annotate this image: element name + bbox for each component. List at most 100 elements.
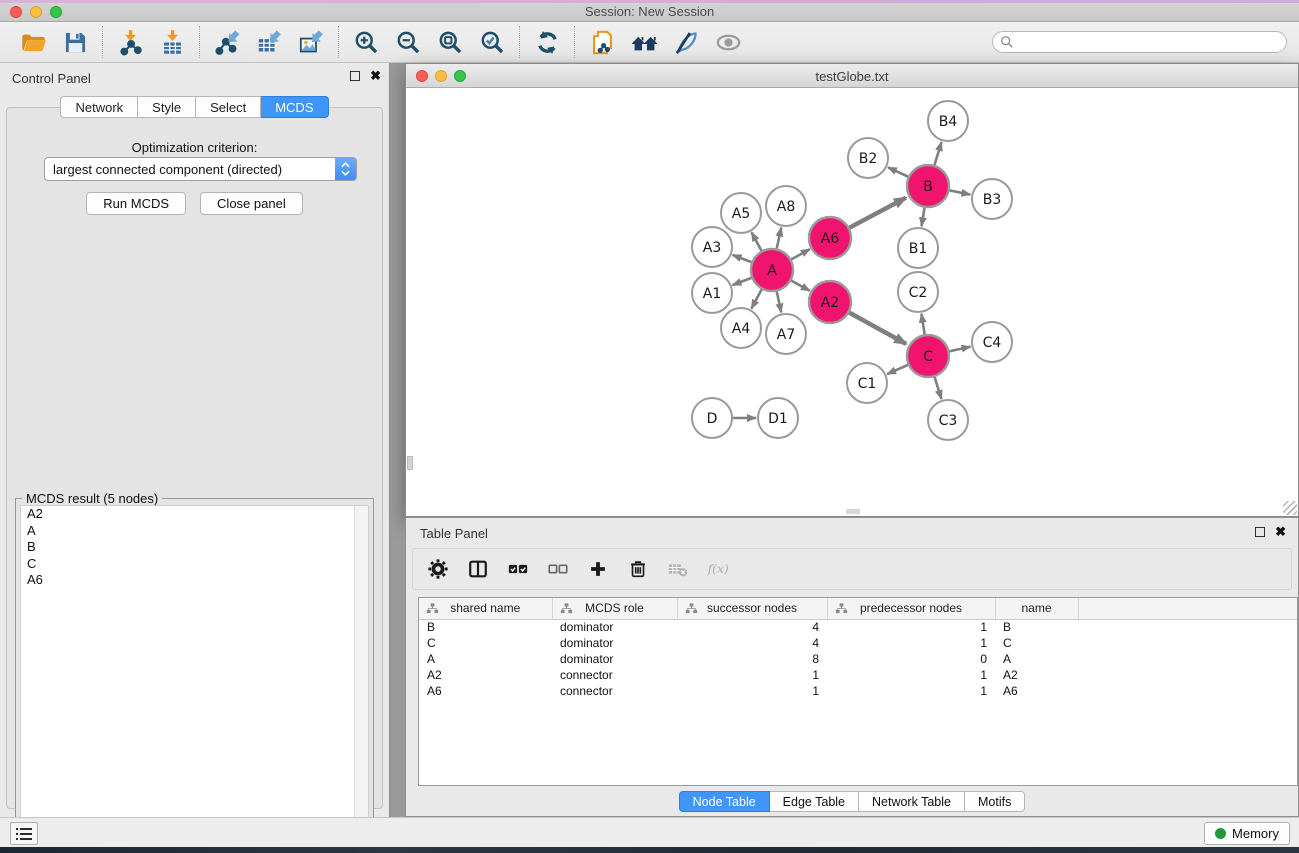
graph-edge[interactable]: [733, 255, 753, 263]
tab-edge-table[interactable]: Edge Table: [770, 791, 859, 812]
zoom-selected-button[interactable]: [477, 27, 507, 57]
table-row[interactable]: A6connector11A6: [419, 683, 1297, 699]
zoom-selected-icon: [479, 29, 506, 56]
mcds-result-item[interactable]: A6: [21, 572, 368, 589]
mcds-result-item[interactable]: B: [21, 539, 368, 556]
network-view-window: testGlobe.txt B4B2BB3A5A8A6B1A3AA1C2A2A4…: [405, 63, 1299, 517]
table-row[interactable]: Adominator80A: [419, 651, 1297, 667]
delete-column-button[interactable]: [627, 558, 649, 580]
column-header-name[interactable]: name: [995, 598, 1078, 619]
canvas-vertical-scrollthumb[interactable]: [407, 456, 413, 470]
import-network-button[interactable]: [115, 27, 145, 57]
create-column-button[interactable]: [587, 558, 609, 580]
tab-network[interactable]: Network: [60, 96, 138, 118]
zoom-fit-button[interactable]: [435, 27, 465, 57]
graph-edge[interactable]: [849, 198, 906, 229]
column-header-successor-nodes[interactable]: successor nodes: [677, 598, 827, 619]
network-window-titlebar[interactable]: testGlobe.txt: [406, 64, 1298, 88]
main-toolbar: [0, 22, 1299, 63]
close-panel-icon[interactable]: ✖: [370, 71, 381, 81]
table-settings-button[interactable]: [427, 558, 449, 580]
tab-node-table[interactable]: Node Table: [679, 791, 770, 812]
graph-edge[interactable]: [934, 376, 941, 399]
graph-edge[interactable]: [733, 278, 753, 286]
graph-edge[interactable]: [790, 249, 810, 260]
graph-edge[interactable]: [777, 291, 782, 313]
mcds-result-item[interactable]: A: [21, 523, 368, 540]
export-table-button[interactable]: [254, 27, 284, 57]
export-network-button[interactable]: [212, 27, 242, 57]
import-table-button[interactable]: [157, 27, 187, 57]
graph-edge[interactable]: [949, 347, 971, 352]
list-scrollbar[interactable]: [354, 506, 368, 837]
column-header-mcds-role[interactable]: MCDS role: [552, 598, 677, 619]
mcds-result-list[interactable]: A2ABCA6: [20, 505, 369, 838]
float-panel-icon[interactable]: [1255, 527, 1265, 537]
table-cell: dominator: [552, 635, 677, 651]
table-row[interactable]: Bdominator41B: [419, 619, 1297, 635]
mcds-result-item[interactable]: C: [21, 556, 368, 573]
table-cell: 1: [827, 667, 995, 683]
home-icon: [631, 29, 658, 56]
memory-button[interactable]: Memory: [1204, 822, 1290, 845]
graph-node-label: C3: [939, 413, 958, 429]
open-session-button[interactable]: [18, 27, 48, 57]
table-row[interactable]: A2connector11A2: [419, 667, 1297, 683]
column-header-empty: [1078, 598, 1297, 619]
home-button[interactable]: [629, 27, 659, 57]
graph-edge[interactable]: [934, 142, 941, 166]
close-panel-icon[interactable]: ✖: [1275, 527, 1286, 537]
optimization-criterion-select[interactable]: largest connected component (directed): [44, 157, 357, 181]
graph-edge[interactable]: [888, 167, 909, 177]
close-panel-button[interactable]: Close panel: [200, 192, 303, 215]
tab-motifs[interactable]: Motifs: [965, 791, 1025, 812]
window-resize-grip[interactable]: [1283, 501, 1297, 515]
float-panel-icon[interactable]: [350, 71, 360, 81]
function-builder-button[interactable]: f(x): [707, 558, 729, 580]
show-columns-button[interactable]: [467, 558, 489, 580]
delete-table-button[interactable]: [667, 558, 689, 580]
graph-edge[interactable]: [777, 228, 782, 250]
graph-edge[interactable]: [790, 280, 810, 291]
graph-edge[interactable]: [922, 207, 925, 227]
vizmapper-button[interactable]: [671, 27, 701, 57]
list-icon: [16, 827, 32, 841]
search-input[interactable]: [992, 31, 1287, 53]
duplicate-network-button[interactable]: [587, 27, 617, 57]
zoom-in-button[interactable]: [351, 27, 381, 57]
columns-icon: [467, 558, 489, 580]
trash-icon: [627, 558, 649, 580]
dropdown-selected-value: largest connected component (directed): [45, 162, 335, 177]
save-session-button[interactable]: [60, 27, 90, 57]
tab-mcds[interactable]: MCDS: [261, 96, 328, 118]
graph-edge[interactable]: [887, 365, 909, 375]
table-row[interactable]: Cdominator41C: [419, 635, 1297, 651]
mcds-tab-content: Optimization criterion: largest connecte…: [6, 107, 383, 809]
graph-node-label: A: [767, 263, 777, 279]
tab-style[interactable]: Style: [138, 96, 196, 118]
show-hide-button[interactable]: [713, 27, 743, 57]
graph-edge[interactable]: [751, 289, 762, 309]
column-header-predecessor-nodes[interactable]: predecessor nodes: [827, 598, 995, 619]
table-cell: A6: [995, 683, 1078, 699]
column-header-shared-name[interactable]: shared name: [419, 598, 552, 619]
memory-status-icon: [1215, 828, 1226, 839]
export-image-button[interactable]: [296, 27, 326, 57]
canvas-horizontal-scrollthumb[interactable]: [846, 509, 860, 514]
graph-node-label: C1: [858, 376, 877, 392]
graph-edge[interactable]: [848, 312, 906, 344]
deselect-all-button[interactable]: [547, 558, 569, 580]
tab-select[interactable]: Select: [196, 96, 261, 118]
graph-edge[interactable]: [921, 314, 924, 336]
run-mcds-button[interactable]: Run MCDS: [86, 192, 186, 215]
network-canvas[interactable]: B4B2BB3A5A8A6B1A3AA1C2A2A4A7CC4C1C3DD1: [406, 88, 1298, 516]
tab-network-table[interactable]: Network Table: [859, 791, 965, 812]
mcds-result-item[interactable]: A2: [21, 506, 368, 523]
table-cell: A6: [419, 683, 552, 699]
task-history-button[interactable]: [10, 822, 38, 845]
graph-edge[interactable]: [752, 232, 763, 251]
graph-edge[interactable]: [949, 190, 971, 194]
refresh-button[interactable]: [532, 27, 562, 57]
zoom-out-button[interactable]: [393, 27, 423, 57]
select-all-button[interactable]: [507, 558, 529, 580]
